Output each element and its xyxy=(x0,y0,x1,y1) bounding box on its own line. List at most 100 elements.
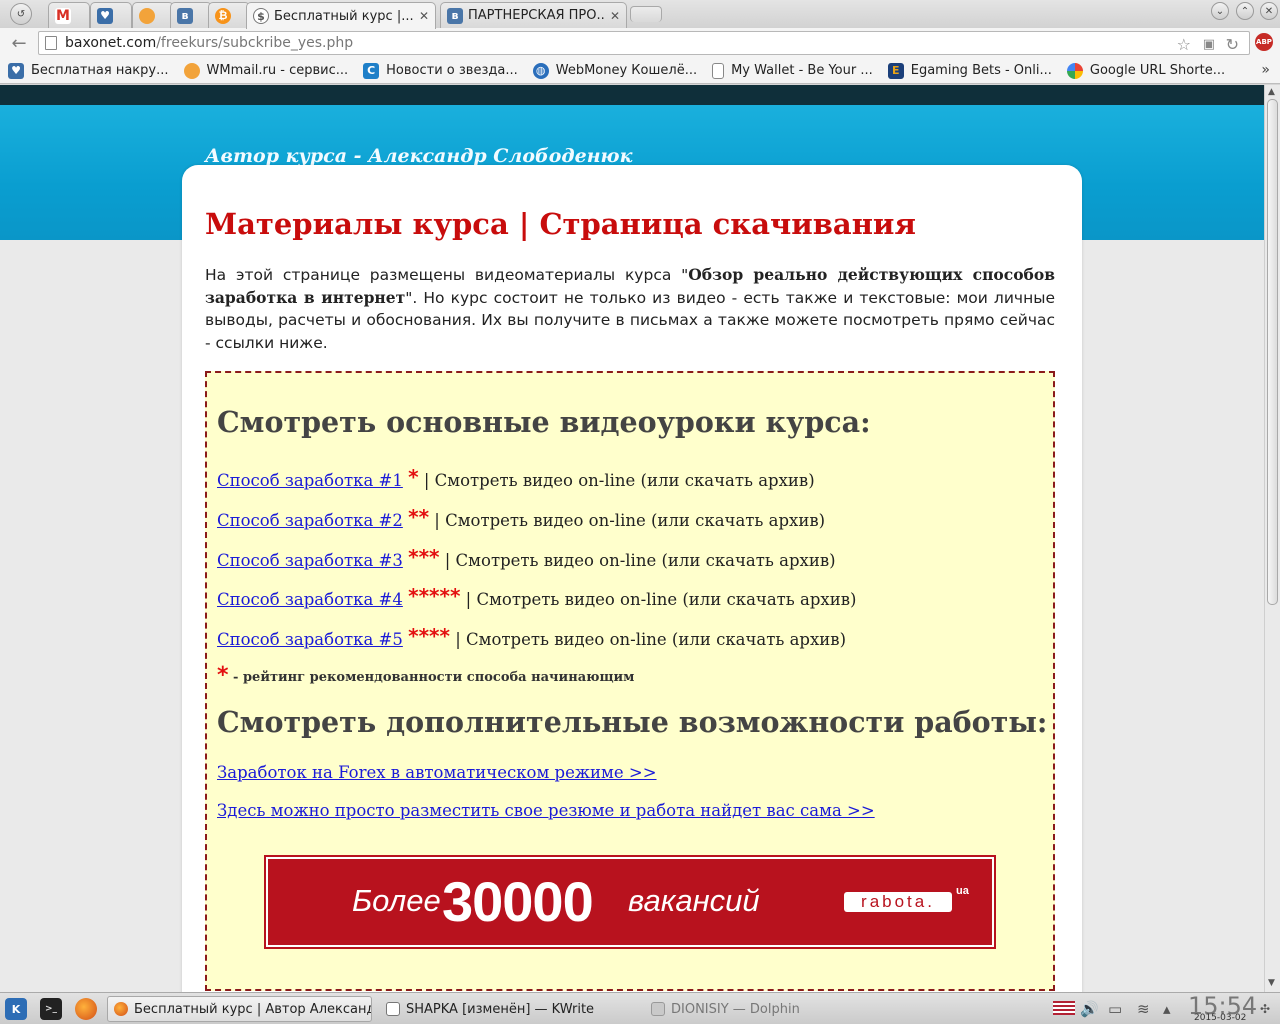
bookmark-item[interactable]: ♥ Бесплатная накру... xyxy=(8,62,169,79)
rating-note: * - рейтинг рекомендованности способа на… xyxy=(217,663,635,688)
reload-icon[interactable]: ↻ xyxy=(1226,35,1239,54)
rabota-banner[interactable]: Более 30000 вакансий rabota. ua xyxy=(264,855,996,949)
close-window-icon[interactable]: ✕ xyxy=(1260,2,1278,20)
task-dolphin[interactable]: DIONISIY — Dolphin xyxy=(645,996,905,1022)
app-menu-icon[interactable]: ↺ xyxy=(10,3,32,25)
back-arrow-icon[interactable]: ← xyxy=(8,32,30,54)
adblock-icon[interactable]: ABP xyxy=(1255,33,1273,51)
panel-toolbox-icon[interactable]: ✣ xyxy=(1260,1002,1270,1016)
address-bar[interactable]: baxonet.com/freekurs/subckribe_yes.php ☆… xyxy=(38,31,1250,55)
extension-icon[interactable]: ▣ xyxy=(1203,37,1215,52)
vk-icon: в xyxy=(447,7,463,24)
tab-bitcoin[interactable]: ₿ xyxy=(208,2,250,28)
lesson-row-4: Способ заработка #4 ***** | Смотреть вид… xyxy=(217,584,856,609)
tab-gmail[interactable]: M xyxy=(48,2,90,28)
tab-webmoney[interactable] xyxy=(132,2,174,28)
c-icon: C xyxy=(363,62,380,79)
volume-icon[interactable]: 🔊 xyxy=(1080,1000,1099,1018)
rabota-logo: rabota. xyxy=(844,892,952,912)
lesson-row-1: Способ заработка #1 * | Смотреть видео o… xyxy=(217,465,815,490)
terminal-icon[interactable]: >_ xyxy=(40,998,62,1020)
scroll-thumb[interactable] xyxy=(1267,99,1278,605)
heart-icon: ♥ xyxy=(8,62,24,79)
tray-expand-icon[interactable]: ▴ xyxy=(1163,1000,1171,1018)
task-kwrite[interactable]: SHAPKA [изменён] — KWrite xyxy=(380,996,640,1022)
dollar-icon: $ xyxy=(253,8,269,24)
kwrite-icon xyxy=(386,1002,400,1016)
url-text: baxonet.com/freekurs/subckribe_yes.php xyxy=(65,35,354,51)
scroll-up-arrow-icon[interactable]: ▲ xyxy=(1268,87,1275,97)
forex-link[interactable]: Заработок на Forex в автоматическом режи… xyxy=(217,763,657,782)
section-main-lessons: Смотреть основные видеоуроки курса: xyxy=(217,405,871,439)
taskbar: K >_ Бесплатный курс | Автор Александр S… xyxy=(0,992,1280,1024)
lesson-link-1[interactable]: Способ заработка #1 xyxy=(217,471,403,490)
tab-vk[interactable]: в xyxy=(170,2,212,28)
bitcoin-icon: ₿ xyxy=(215,7,231,24)
scroll-down-arrow-icon[interactable]: ▼ xyxy=(1268,978,1275,988)
e-icon: E xyxy=(887,62,904,79)
tab-strip: ↺ M ♥ в ₿ $ Бесплатный курс |... ✕ в ПАР… xyxy=(0,0,1280,29)
top-band xyxy=(0,85,1264,105)
lesson-row-2: Способ заработка #2 ** | Смотреть видео … xyxy=(217,505,825,530)
lesson-row-5: Способ заработка #5 **** | Смотреть виде… xyxy=(217,624,846,649)
folder-icon xyxy=(651,1002,665,1016)
globe-icon: ◍ xyxy=(532,62,549,79)
lesson-row-3: Способ заработка #3 *** | Смотреть видео… xyxy=(217,545,836,570)
rating-stars: * xyxy=(408,465,419,489)
lesson-link-4[interactable]: Способ заработка #4 xyxy=(217,590,403,609)
rating-stars: *** xyxy=(408,545,440,569)
tab-close-icon[interactable]: ✕ xyxy=(419,9,429,23)
lesson-link-3[interactable]: Способ заработка #3 xyxy=(217,551,403,570)
star-icon[interactable]: ☆ xyxy=(1177,35,1191,54)
rabota-logo-suffix: ua xyxy=(956,885,969,897)
webmoney-icon xyxy=(139,7,155,24)
banner-text-before: Более xyxy=(352,883,441,918)
lesson-watch-text: | Смотреть видео on-line (или скачать ар… xyxy=(449,630,847,649)
bookmarks-overflow-icon[interactable]: » xyxy=(1261,62,1270,78)
lesson-link-5[interactable]: Способ заработка #5 xyxy=(217,630,403,649)
banner-number: 30000 xyxy=(442,870,594,933)
lesson-link-2[interactable]: Способ заработка #2 xyxy=(217,511,403,530)
materials-box: Смотреть основные видеоуроки курса: Спос… xyxy=(205,371,1055,991)
wmmail-icon xyxy=(183,62,200,79)
kde-menu-icon[interactable]: K xyxy=(5,998,27,1020)
firefox-icon[interactable] xyxy=(75,998,97,1020)
lesson-watch-text: | Смотреть видео on-line (или скачать ар… xyxy=(439,551,836,570)
google-icon xyxy=(1066,62,1083,79)
bookmark-item[interactable]: C Новости о звезда... xyxy=(363,62,518,79)
clock-date: 2015-03-02 xyxy=(1194,1013,1247,1023)
new-tab-button[interactable] xyxy=(630,6,662,22)
tab-partner[interactable]: в ПАРТНЕРСКАЯ ПРО... ✕ xyxy=(440,2,627,28)
section-extra: Смотреть дополнительные возможности рабо… xyxy=(217,705,1048,739)
rating-star: * xyxy=(217,663,229,688)
vk-icon: в xyxy=(177,7,193,24)
page-title: Материалы курса | Страница скачивания xyxy=(205,207,916,241)
navigation-bar: ← baxonet.com/freekurs/subckribe_yes.php… xyxy=(0,28,1280,58)
bookmark-item[interactable]: My Wallet - Be Your ... xyxy=(712,62,873,79)
wifi-icon[interactable]: ≋ xyxy=(1137,1000,1150,1018)
lesson-watch-text: | Смотреть видео on-line (или скачать ар… xyxy=(418,471,815,490)
intro-paragraph: На этой странице размещены видеоматериал… xyxy=(205,265,1055,352)
bookmark-item[interactable]: Google URL Shorte... xyxy=(1066,62,1225,79)
us-flag-icon[interactable] xyxy=(1053,1001,1075,1015)
author-line: Автор курса - Александр Слободенюк xyxy=(205,145,633,167)
bookmarks-bar: ♥ Бесплатная накру... WMmail.ru - сервис… xyxy=(0,58,1280,84)
minimize-icon[interactable]: ⌄ xyxy=(1211,2,1229,20)
page-scrollbar[interactable]: ▲ ▼ xyxy=(1264,85,1280,992)
maximize-icon[interactable]: ⌃ xyxy=(1236,2,1254,20)
task-browser[interactable]: Бесплатный курс | Автор Александр xyxy=(107,996,372,1022)
bookmark-item[interactable]: WMmail.ru - сервис... xyxy=(183,62,348,79)
firefox-icon xyxy=(114,1002,128,1016)
display-icon[interactable]: ▭ xyxy=(1108,1000,1122,1018)
tab-heart[interactable]: ♥ xyxy=(90,2,132,28)
rating-stars: ***** xyxy=(408,584,461,608)
lesson-watch-text: | Смотреть видео on-line (или скачать ар… xyxy=(429,511,826,530)
resume-link[interactable]: Здесь можно просто разместить свое резюм… xyxy=(217,801,875,820)
tab-title: Бесплатный курс |... xyxy=(274,8,413,24)
rating-stars: **** xyxy=(408,624,450,648)
bookmark-item[interactable]: E Egaming Bets - Onli... xyxy=(887,62,1052,79)
content-card: Материалы курса | Страница скачивания На… xyxy=(182,165,1082,992)
tab-active-course[interactable]: $ Бесплатный курс |... ✕ xyxy=(246,2,436,29)
bookmark-item[interactable]: ◍ WebMoney Кошелё... xyxy=(532,62,697,79)
tab-close-icon[interactable]: ✕ xyxy=(610,9,620,23)
